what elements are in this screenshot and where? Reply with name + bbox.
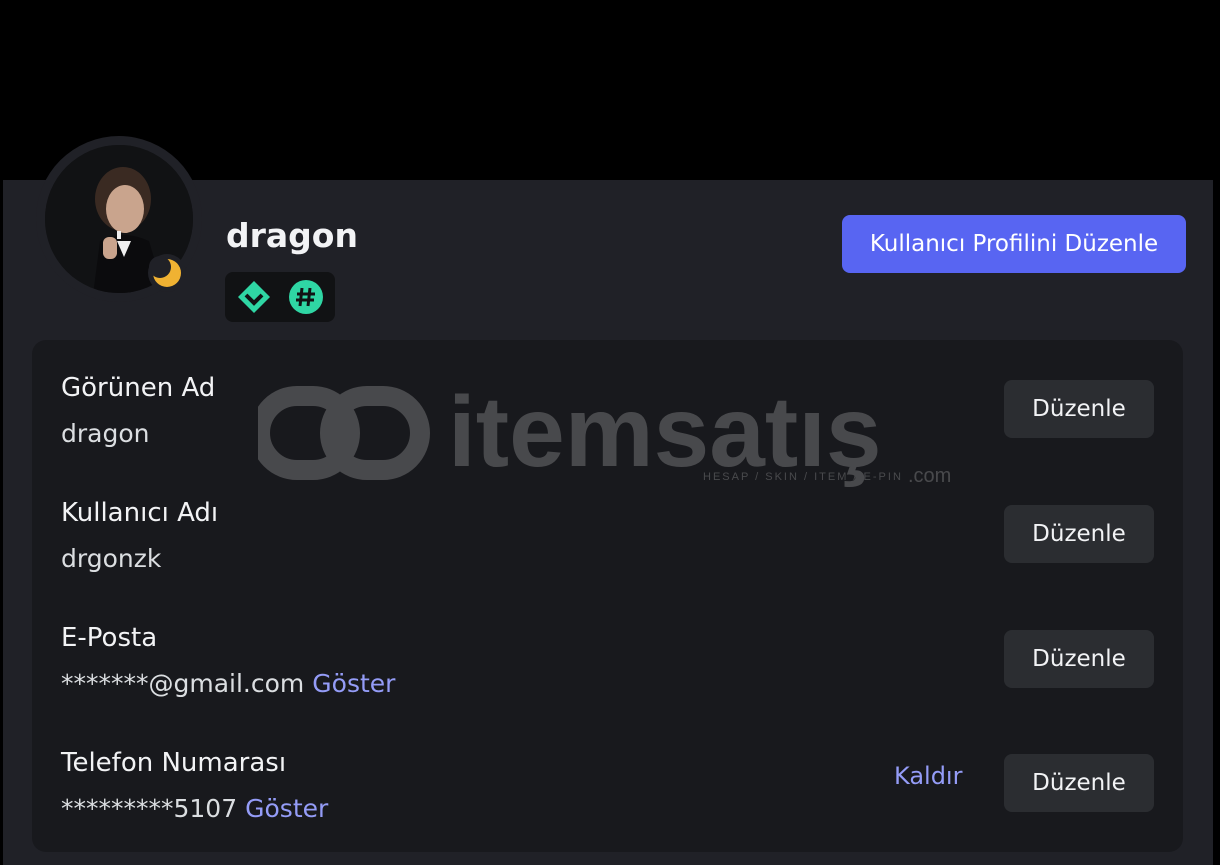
edit-phone-button[interactable]: Düzenle — [1004, 754, 1154, 812]
field-label: E-Posta — [61, 623, 158, 653]
display-name-row: Görünen Ad dragon Düzenle — [32, 373, 1183, 483]
field-label: Telefon Numarası — [61, 748, 287, 778]
show-phone-link[interactable]: Göster — [245, 794, 328, 823]
field-label: Görünen Ad — [61, 373, 216, 403]
hashtag-badge-icon[interactable] — [288, 279, 324, 315]
edit-username-button[interactable]: Düzenle — [1004, 505, 1154, 563]
field-value: drgonzk — [61, 544, 161, 573]
email-value: *******@gmail.com — [61, 669, 305, 698]
profile-banner — [3, 0, 1213, 180]
edit-user-profile-button[interactable]: Kullanıcı Profilini Düzenle — [842, 215, 1186, 273]
phone-value: *********5107 — [61, 794, 238, 823]
email-row: E-Posta *******@gmail.com Göster Düzenle — [32, 623, 1183, 733]
display-name-value: dragon — [61, 419, 150, 448]
field-value: *********5107 Göster — [61, 794, 328, 823]
show-email-link[interactable]: Göster — [312, 669, 395, 698]
edit-display-name-button[interactable]: Düzenle — [1004, 380, 1154, 438]
edit-email-button[interactable]: Düzenle — [1004, 630, 1154, 688]
badge-container — [225, 272, 335, 322]
account-info-card: Görünen Ad dragon Düzenle Kullanıcı Adı … — [32, 340, 1183, 852]
display-name-heading: dragon — [226, 216, 358, 255]
field-value: dragon — [61, 419, 149, 448]
username-value: drgonzk — [61, 544, 162, 573]
field-label: Kullanıcı Adı — [61, 498, 219, 528]
username-row: Kullanıcı Adı drgonzk Düzenle — [32, 498, 1183, 608]
idle-moon-icon — [149, 256, 181, 287]
account-panel: dragon Kullanıcı Profilini Düzenle Görün… — [3, 0, 1213, 865]
field-value: *******@gmail.com Göster — [61, 669, 395, 698]
status-indicator — [148, 254, 186, 292]
remove-phone-link[interactable]: Kaldır — [894, 762, 962, 790]
phone-row: Telefon Numarası *********5107 Göster Kal… — [32, 748, 1183, 858]
hypesquad-diamond-icon[interactable] — [236, 279, 272, 315]
